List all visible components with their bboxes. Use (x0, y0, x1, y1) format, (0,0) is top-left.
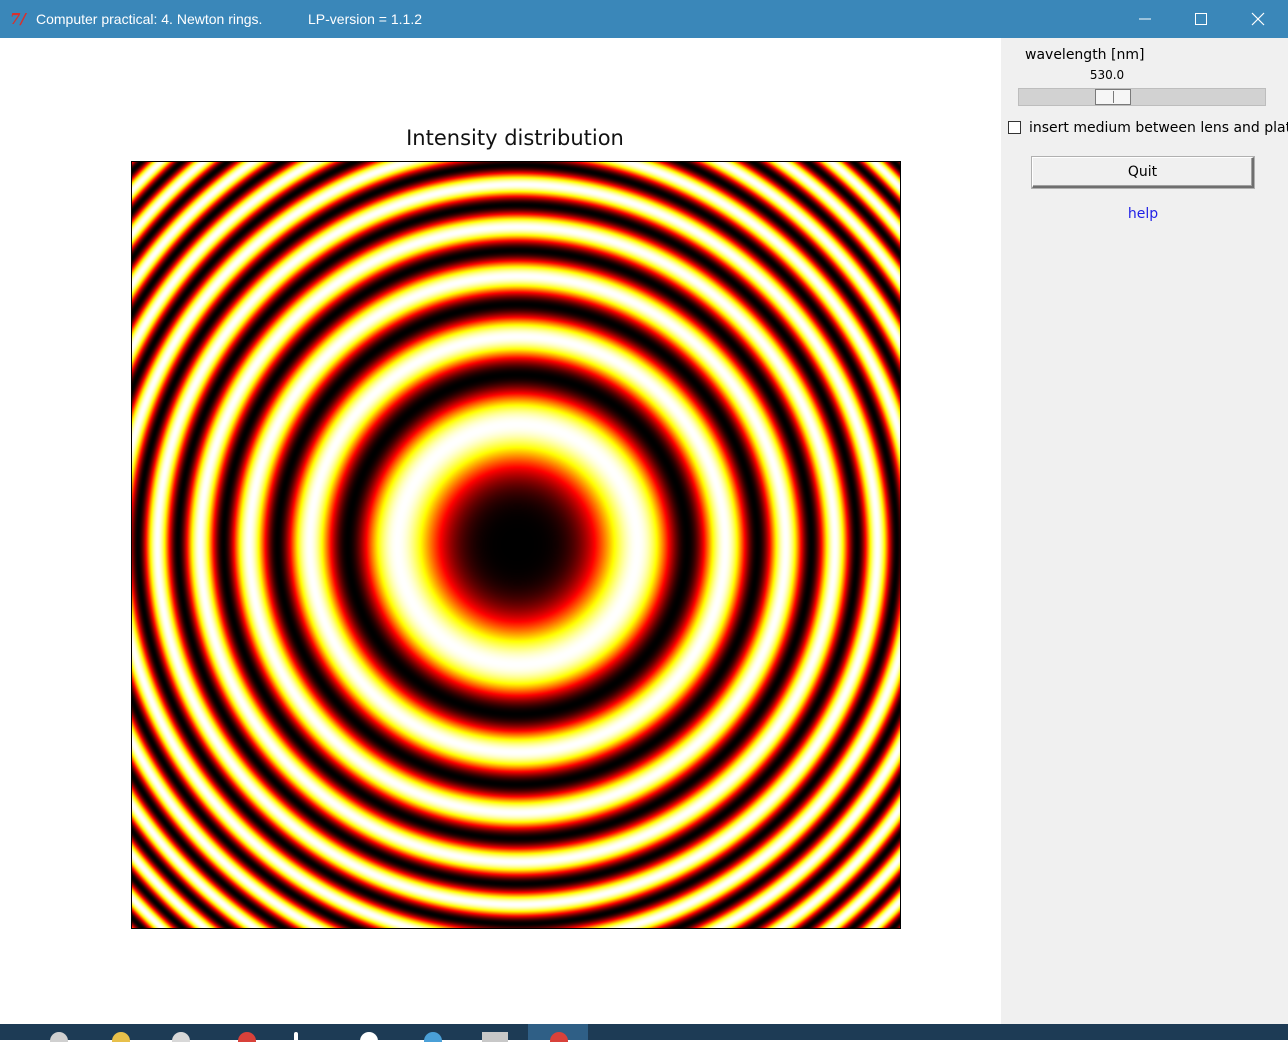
file-explorer-icon[interactable] (112, 1032, 130, 1042)
taskbar (0, 1024, 1288, 1042)
maximize-icon (1195, 13, 1207, 25)
wavelength-slider-thumb[interactable] (1095, 89, 1131, 105)
intensity-image-frame (131, 161, 901, 929)
close-button[interactable] (1230, 0, 1286, 38)
taskbar-app-icon[interactable] (172, 1032, 190, 1042)
minimize-icon (1139, 18, 1151, 20)
taskbar-app-icon[interactable] (482, 1032, 508, 1042)
chrome-icon[interactable] (238, 1032, 256, 1042)
wavelength-slider[interactable] (1018, 88, 1266, 106)
window-title: Computer practical: 4. Newton rings. (36, 11, 263, 27)
tk-app-icon: 7/ (10, 10, 26, 28)
maximize-button[interactable] (1173, 0, 1229, 38)
plot-area: Intensity distribution (1, 38, 1001, 1024)
minimize-button[interactable] (1117, 0, 1173, 38)
window-title-version: LP-version = 1.1.2 (308, 11, 423, 27)
python-tk-icon (550, 1032, 568, 1042)
app-window: 7/ Computer practical: 4. Newton rings. … (0, 0, 1288, 1042)
quit-button[interactable]: Quit (1032, 157, 1254, 188)
plot-title: Intensity distribution (406, 126, 624, 150)
medium-checkbox-label[interactable]: insert medium between lens and plate (1029, 120, 1288, 136)
wavelength-value: 530.0 (1089, 68, 1125, 82)
title-bar[interactable]: 7/ Computer practical: 4. Newton rings. … (0, 0, 1288, 38)
close-icon (1251, 12, 1265, 26)
newton-rings-image (132, 162, 900, 928)
taskbar-active-python[interactable] (528, 1024, 588, 1042)
help-link[interactable]: help (1111, 206, 1175, 222)
wavelength-label: wavelength [nm] (1025, 47, 1145, 63)
medium-checkbox[interactable] (1008, 121, 1021, 134)
control-panel: wavelength [nm] 530.0 insert medium betw… (1001, 38, 1288, 1024)
taskbar-app-icon[interactable] (360, 1032, 378, 1042)
taskbar-app-icon[interactable] (294, 1032, 298, 1042)
taskbar-app-icon[interactable] (50, 1032, 68, 1042)
taskbar-app-icon[interactable] (424, 1032, 442, 1042)
